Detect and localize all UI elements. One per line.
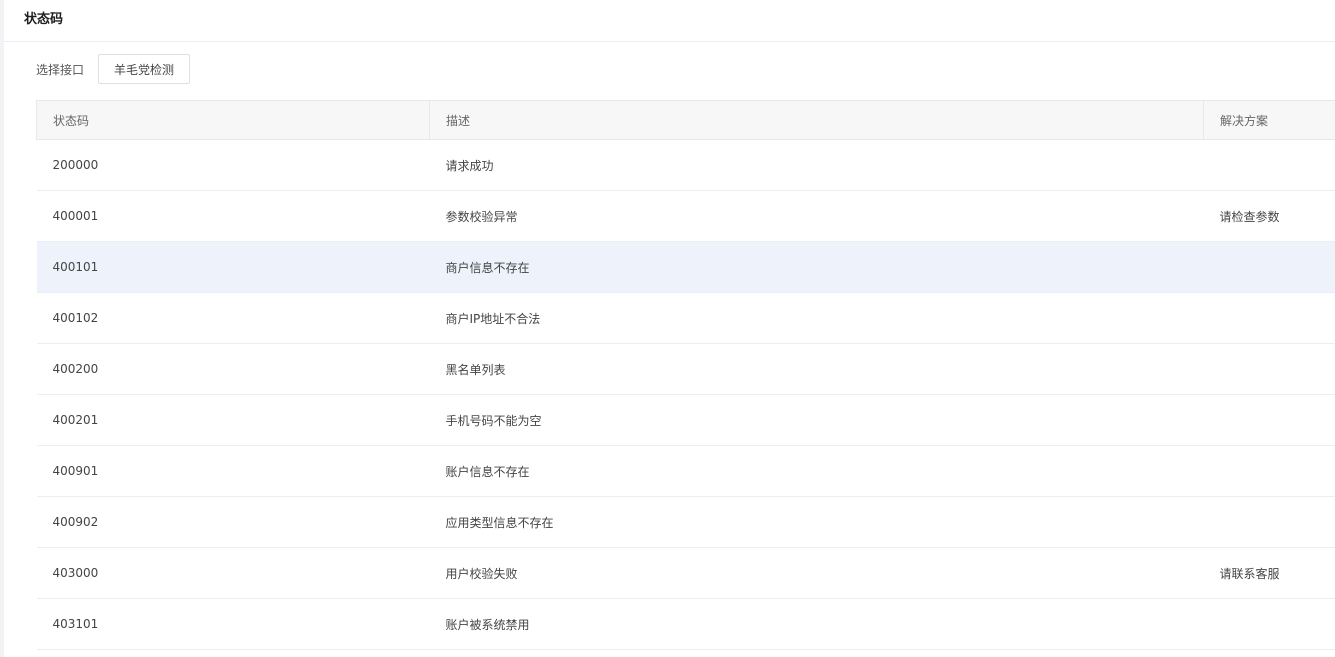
cell-description: 商户IP地址不合法: [429, 292, 1204, 344]
cell-description: 商户信息不存在: [429, 241, 1204, 293]
cell-description: 黑名单列表: [429, 343, 1204, 395]
cell-code: 400101: [36, 241, 430, 293]
table-row[interactable]: 400201 手机号码不能为空: [36, 394, 1335, 446]
cell-solution: 请联系客服: [1203, 547, 1335, 599]
cell-description: 手机号码不能为空: [429, 394, 1204, 446]
table-row[interactable]: 400901 账户信息不存在: [36, 445, 1335, 497]
cell-code: 403000: [36, 547, 430, 599]
table-row[interactable]: 403000 用户校验失败 请联系客服: [36, 547, 1335, 599]
cell-description: 账户信息不存在: [429, 445, 1204, 497]
page-title: 状态码: [24, 12, 64, 27]
cell-description: 应用类型信息不存在: [429, 496, 1204, 548]
status-code-table: 状态码 描述 解决方案 200000 请求成功 400001 参数校验异常 请检…: [36, 100, 1335, 650]
cell-description: 参数校验异常: [429, 190, 1204, 242]
cell-code: 400902: [36, 496, 430, 548]
table-row[interactable]: 200000 请求成功: [36, 139, 1335, 191]
table-row[interactable]: 400102 商户IP地址不合法: [36, 292, 1335, 344]
cell-solution: [1203, 241, 1335, 293]
table-row[interactable]: 400001 参数校验异常 请检查参数: [36, 190, 1335, 242]
cell-code: 403101: [36, 598, 430, 650]
cell-solution: [1203, 598, 1335, 650]
cell-code: 200000: [36, 139, 430, 191]
table-row-hovered[interactable]: 400101 商户信息不存在: [36, 241, 1335, 293]
status-code-panel: 状态码 选择接口 羊毛党检测 状态码 描述 解决方案 200000 请求成功 4: [4, 0, 1335, 657]
cell-solution: [1203, 394, 1335, 446]
cell-code: 400200: [36, 343, 430, 395]
column-header-solution: 解决方案: [1203, 100, 1335, 140]
column-header-description: 描述: [429, 100, 1204, 140]
column-header-code: 状态码: [36, 100, 430, 140]
cell-description: 用户校验失败: [429, 547, 1204, 599]
cell-solution: [1203, 445, 1335, 497]
cell-solution: 请检查参数: [1203, 190, 1335, 242]
cell-description: 账户被系统禁用: [429, 598, 1204, 650]
cell-code: 400901: [36, 445, 430, 497]
interface-option-button[interactable]: 羊毛党检测: [98, 54, 191, 84]
interface-select-label: 选择接口: [36, 62, 85, 77]
table-row[interactable]: 403101 账户被系统禁用: [36, 598, 1335, 650]
cell-code: 400102: [36, 292, 430, 344]
interface-filter: 选择接口 羊毛党检测: [36, 53, 191, 85]
table-row[interactable]: 400200 黑名单列表: [36, 343, 1335, 395]
cell-solution: [1203, 292, 1335, 344]
cell-code: 400201: [36, 394, 430, 446]
cell-code: 400001: [36, 190, 430, 242]
cell-solution: [1203, 343, 1335, 395]
table-header-row: 状态码 描述 解决方案: [36, 100, 1335, 140]
cell-solution: [1203, 139, 1335, 191]
cell-solution: [1203, 496, 1335, 548]
table-row[interactable]: 400902 应用类型信息不存在: [36, 496, 1335, 548]
cell-description: 请求成功: [429, 139, 1204, 191]
card-header: 状态码: [4, 0, 1335, 42]
